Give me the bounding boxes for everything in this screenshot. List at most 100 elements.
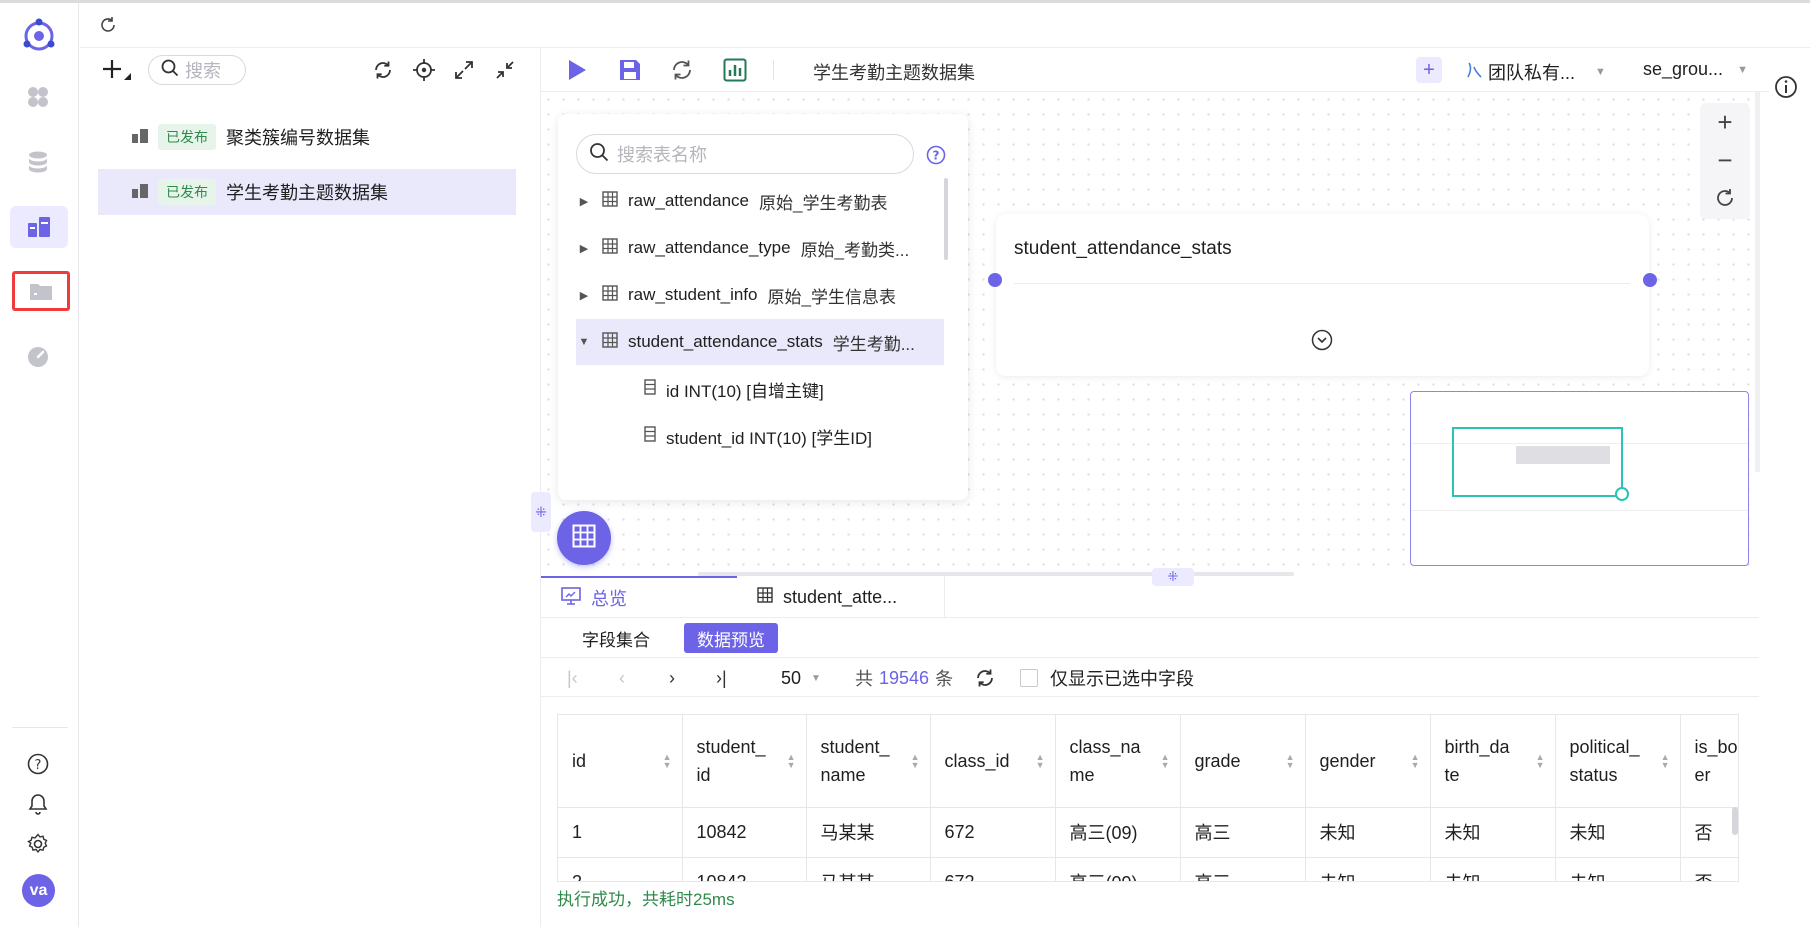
tab-table[interactable]: student_atte... xyxy=(737,576,945,618)
column-header[interactable]: birth_da te ▲ ▼ xyxy=(1430,715,1556,808)
tab-overview[interactable]: 总览 xyxy=(541,576,737,618)
field-row[interactable]: id INT(10) [自增主键] xyxy=(576,366,944,412)
column-header[interactable]: is_bo er xyxy=(1680,715,1738,808)
sort-icon[interactable]: ▲ ▼ xyxy=(1286,752,1295,769)
table-icon xyxy=(602,284,618,306)
page-size-select[interactable]: 50 ▼ xyxy=(781,658,821,698)
minimap-node xyxy=(1516,446,1610,464)
zoom-controls: + − xyxy=(1700,103,1750,219)
caret-right-icon[interactable]: ▶ xyxy=(576,195,592,208)
canvas-v-scrollbar[interactable] xyxy=(1755,92,1760,472)
save-icon[interactable] xyxy=(619,59,641,81)
column-header[interactable]: id ▲ ▼ xyxy=(558,715,683,808)
logo-icon[interactable] xyxy=(20,17,58,55)
sort-icon[interactable]: ▲ ▼ xyxy=(1411,752,1420,769)
table-icon xyxy=(602,237,618,259)
pager: |‹ ‹ › ›| 50 ▼ 共 19546 条 仅显示已选中字段 xyxy=(541,657,1759,697)
sort-icon[interactable]: ▲ ▼ xyxy=(1161,752,1170,769)
caret-right-icon[interactable]: ▶ xyxy=(576,289,592,302)
only-selected-checkbox[interactable]: 仅显示已选中字段 xyxy=(1020,658,1194,698)
add-table-button[interactable] xyxy=(557,511,611,565)
table-row[interactable]: 210842马某某672高三(09)高三未知未知未知否 xyxy=(558,857,1738,881)
minimap-resize-handle[interactable] xyxy=(1615,487,1629,501)
table-cell: 1 xyxy=(558,807,683,858)
node-divider xyxy=(1014,283,1630,284)
panel-scrollbar[interactable] xyxy=(944,178,948,260)
refresh-icon[interactable] xyxy=(98,15,118,35)
next-page-icon[interactable]: › xyxy=(669,658,675,698)
sort-icon[interactable]: ▲ ▼ xyxy=(1661,752,1670,769)
table-row[interactable]: ▶ raw_student_info 原始_学生信息表 xyxy=(576,272,944,318)
table-panel: 搜索表名称 ? ▶ raw_attendance 原始_学生考勤表 ▶ raw_… xyxy=(558,114,968,500)
table-name: student_attendance_stats xyxy=(628,332,823,351)
bell-icon[interactable] xyxy=(23,789,53,819)
last-page-icon[interactable]: ›| xyxy=(716,658,727,698)
dataset-title: 学生考勤主题数据集 xyxy=(813,63,975,83)
column-header[interactable]: student_ name ▲ ▼ xyxy=(806,715,931,808)
table-row[interactable]: ▼ student_attendance_stats 学生考勤... xyxy=(576,319,944,365)
column-header[interactable]: class_id ▲ ▼ xyxy=(930,715,1056,808)
gear-icon[interactable] xyxy=(23,829,53,859)
table-search-input[interactable]: 搜索表名称 xyxy=(576,134,914,174)
dataset-item[interactable]: 已发布 聚类簇编号数据集 xyxy=(98,114,516,160)
column-header[interactable]: political_ status ▲ ▼ xyxy=(1555,715,1681,808)
panel-toggle-handle[interactable]: ⁜ xyxy=(531,492,551,532)
prev-page-icon[interactable]: ‹ xyxy=(619,658,625,698)
grid-scrollbar[interactable] xyxy=(1732,807,1738,835)
zoom-out-icon[interactable]: − xyxy=(1700,141,1750,179)
field-label: student_id INT(10) [学生ID] xyxy=(666,428,872,448)
zoom-in-icon[interactable]: + xyxy=(1700,103,1750,141)
add-dataset-icon[interactable] xyxy=(102,58,132,82)
column-header-label: class_id xyxy=(944,750,1010,771)
table-row[interactable]: 1 10842 马某某 672 高三(09) 高三 未知 未知 未知否 xyxy=(558,807,1738,858)
expand-icon[interactable] xyxy=(454,60,474,80)
help-icon[interactable]: ? xyxy=(23,749,53,779)
page-size-value: 50 xyxy=(781,667,802,688)
column-header[interactable]: grade ▲ ▼ xyxy=(1180,715,1306,808)
sidebar-search-input[interactable]: 搜索 xyxy=(148,55,246,85)
sync-icon[interactable] xyxy=(372,59,394,81)
dataset-item[interactable]: 已发布 学生考勤主题数据集 xyxy=(98,169,516,215)
reset-view-icon[interactable] xyxy=(1700,179,1750,217)
reload-icon[interactable] xyxy=(670,58,694,82)
add-icon[interactable]: + xyxy=(1416,57,1442,83)
locate-icon[interactable] xyxy=(413,59,435,81)
app-grid-icon[interactable] xyxy=(23,82,53,112)
chart-icon[interactable] xyxy=(723,58,747,82)
folder-icon[interactable] xyxy=(12,271,70,311)
column-header[interactable]: class_na me ▲ ▼ xyxy=(1055,715,1181,808)
sort-icon[interactable]: ▲ ▼ xyxy=(1036,752,1045,769)
node-port-right[interactable] xyxy=(1643,273,1657,287)
node-port-left[interactable] xyxy=(988,273,1002,287)
first-page-icon[interactable]: |‹ xyxy=(567,658,578,698)
sort-icon[interactable]: ▲ ▼ xyxy=(663,752,672,769)
group-select[interactable]: se_grou... ▼ xyxy=(1643,59,1748,80)
run-icon[interactable] xyxy=(567,59,587,81)
caret-down-icon[interactable]: ▼ xyxy=(576,336,592,348)
sort-icon[interactable]: ▲ ▼ xyxy=(787,752,796,769)
team-select[interactable]: 团队私有... ▼ xyxy=(1466,59,1606,85)
subtab-fields[interactable]: 字段集合 xyxy=(569,623,663,653)
sort-icon[interactable]: ▲ ▼ xyxy=(911,752,920,769)
column-header-label: class_na me xyxy=(1069,736,1141,785)
minimap-line xyxy=(1411,510,1748,511)
refresh-data-icon[interactable] xyxy=(974,658,996,698)
table-row[interactable]: ▶ raw_attendance_type 原始_考勤类... xyxy=(576,225,944,271)
minimap[interactable] xyxy=(1410,391,1749,566)
info-icon[interactable] xyxy=(1774,75,1798,99)
caret-right-icon[interactable]: ▶ xyxy=(576,242,592,255)
gauge-icon[interactable] xyxy=(23,342,53,372)
field-row[interactable]: student_id INT(10) [学生ID] xyxy=(576,413,944,459)
chevron-down-icon[interactable] xyxy=(1311,329,1333,351)
sort-icon[interactable]: ▲ ▼ xyxy=(1536,752,1545,769)
collapse-icon[interactable] xyxy=(495,60,515,80)
table-row[interactable]: ▶ raw_attendance 原始_学生考勤表 xyxy=(576,178,944,224)
avatar[interactable]: va xyxy=(22,874,55,907)
database-icon[interactable] xyxy=(23,147,53,177)
dataset-icon[interactable] xyxy=(10,206,68,248)
checkbox-box[interactable] xyxy=(1020,669,1038,687)
column-header[interactable]: gender ▲ ▼ xyxy=(1305,715,1431,808)
help-icon[interactable]: ? xyxy=(926,145,946,165)
column-header[interactable]: student_ id ▲ ▼ xyxy=(682,715,807,808)
subtab-preview[interactable]: 数据预览 xyxy=(684,623,778,653)
